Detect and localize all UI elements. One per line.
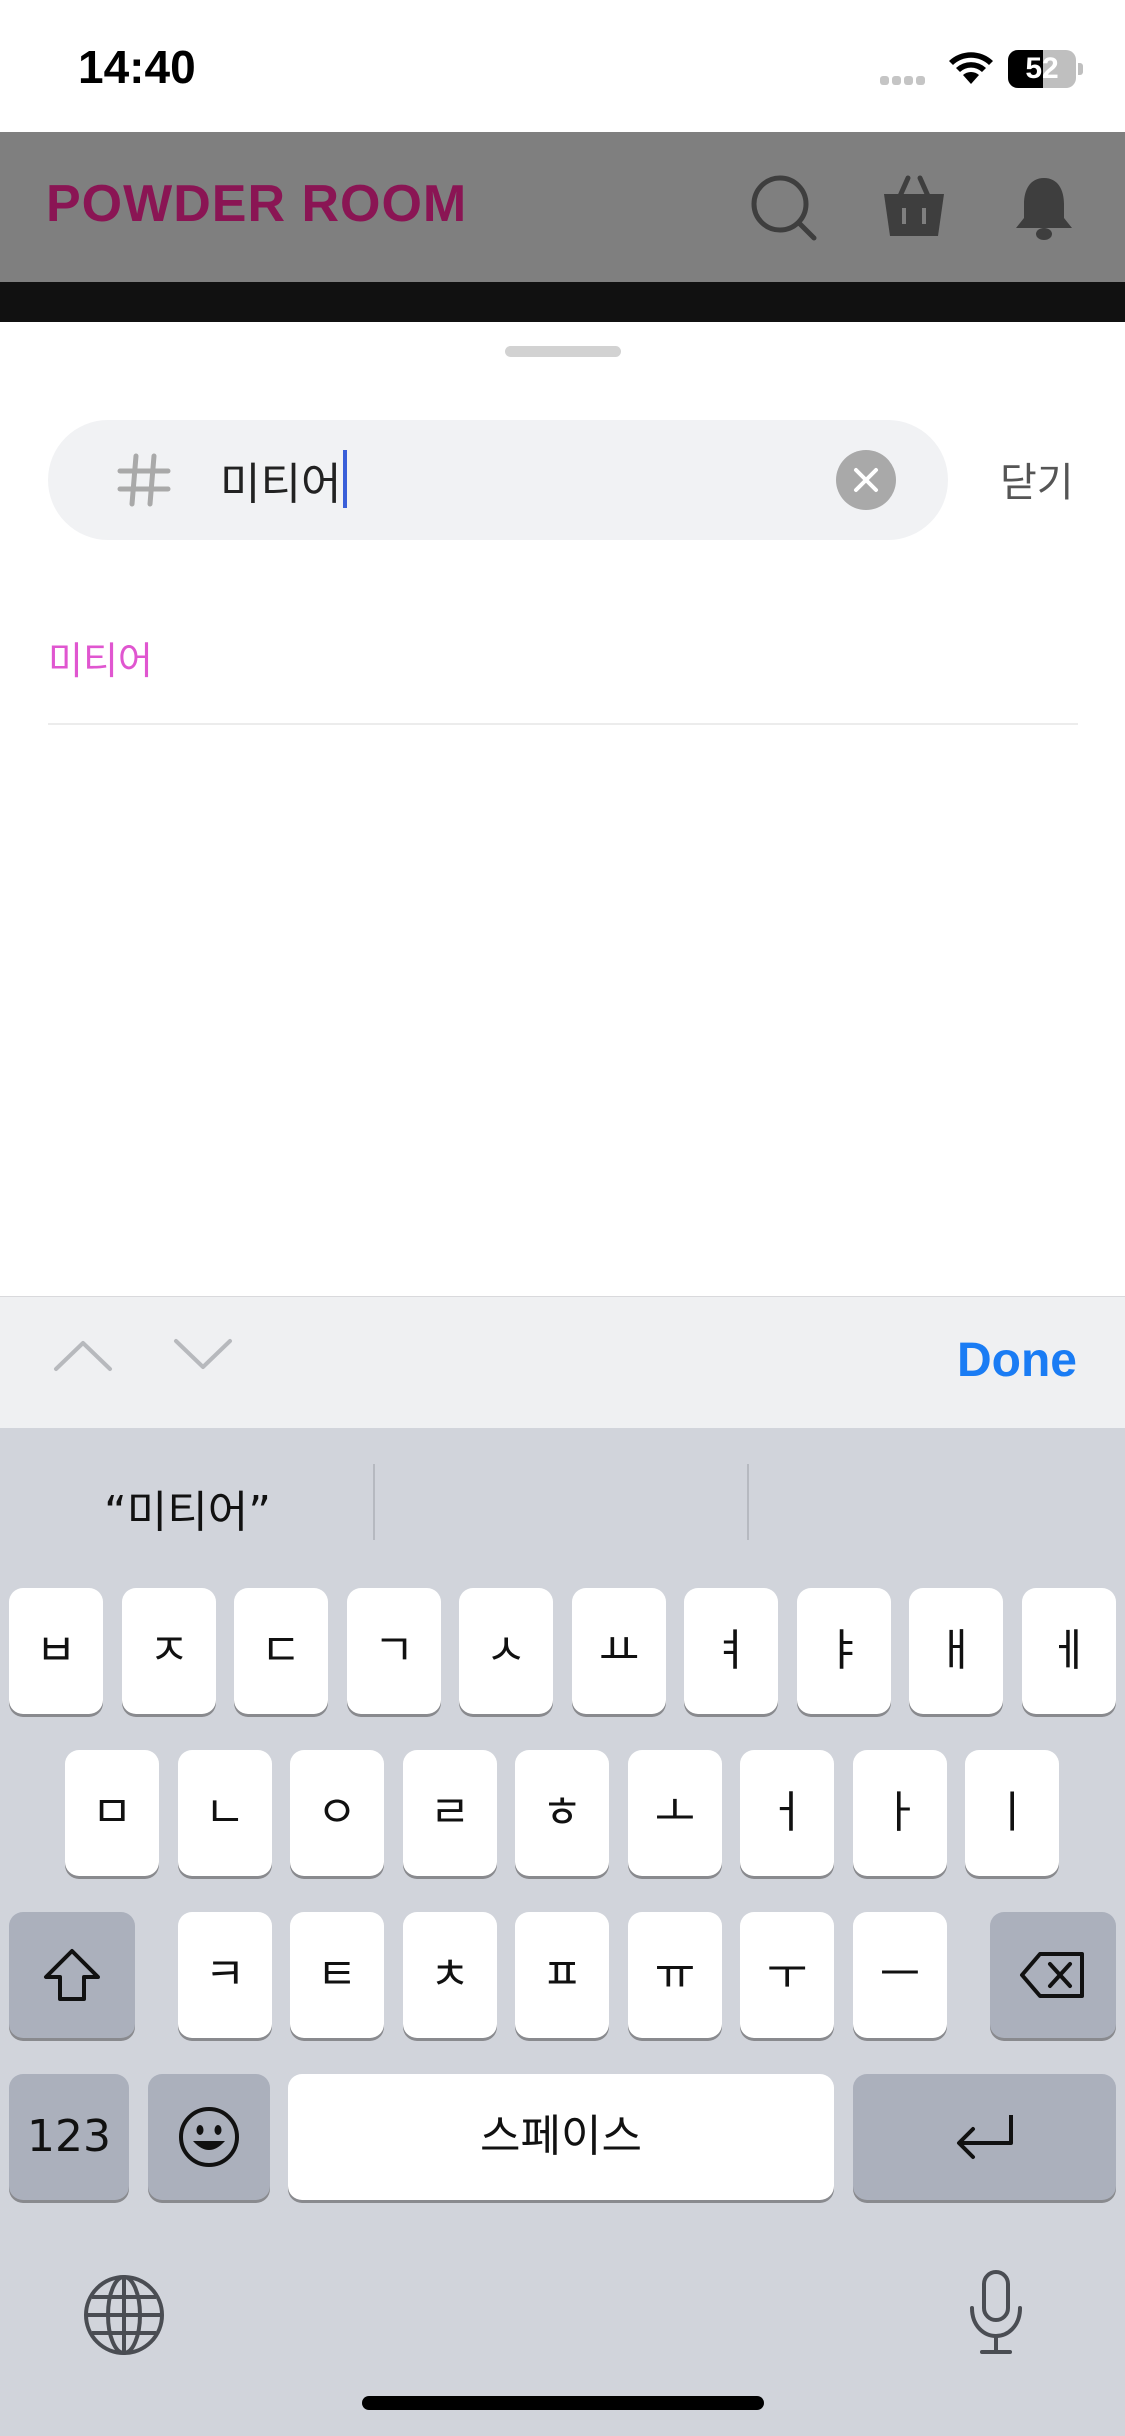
background-strip [0, 282, 1125, 322]
key[interactable]: ㅅ [459, 1588, 553, 1714]
wifi-icon [949, 52, 993, 84]
key[interactable]: ㅓ [740, 1750, 834, 1876]
text-caret [343, 450, 348, 508]
app-header: POWDER ROOM [0, 132, 1125, 282]
key[interactable]: ㅇ [290, 1750, 384, 1876]
divider [48, 723, 1078, 725]
globe-icon[interactable] [82, 2273, 166, 2357]
key[interactable]: ㅕ [684, 1588, 778, 1714]
battery-percent: 52 [1025, 52, 1059, 85]
basket-icon[interactable] [878, 172, 950, 244]
key[interactable]: ㅑ [797, 1588, 891, 1714]
return-key[interactable] [853, 2074, 1116, 2200]
emoji-icon [179, 2107, 239, 2167]
hashtag-search-field[interactable] [48, 420, 948, 540]
key[interactable]: ㄹ [403, 1750, 497, 1876]
cellular-signal-icon [880, 70, 934, 85]
key[interactable]: ㅛ [572, 1588, 666, 1714]
microphone-icon[interactable] [966, 2268, 1026, 2358]
sheet-grabber[interactable] [505, 346, 621, 357]
key[interactable]: ㄷ [234, 1588, 328, 1714]
backspace-key[interactable] [990, 1912, 1116, 2038]
key[interactable]: ㅣ [965, 1750, 1059, 1876]
battery-icon: 52 [1008, 50, 1083, 88]
hashtag-suggestion-item[interactable]: 미티어 [48, 630, 153, 685]
prediction-item[interactable]: “미티어” [0, 1476, 375, 1540]
app-logo: POWDER ROOM [46, 175, 468, 233]
bell-icon[interactable] [1008, 172, 1080, 244]
search-input[interactable] [220, 448, 860, 512]
key[interactable]: ㅡ [853, 1912, 947, 2038]
predictive-bar: “미티어” [0, 1428, 1125, 1568]
status-bar: 14:40 52 [0, 0, 1125, 132]
numbers-key[interactable]: 123 [9, 2074, 129, 2200]
done-button[interactable]: Done [957, 1333, 1077, 1388]
key[interactable]: ㅍ [515, 1912, 609, 2038]
key[interactable]: ㅜ [740, 1912, 834, 2038]
home-indicator [362, 2396, 764, 2410]
key[interactable]: ㅠ [628, 1912, 722, 2038]
clear-search-button[interactable] [836, 450, 896, 510]
key[interactable]: ㅂ [9, 1588, 103, 1714]
hashtag-icon [117, 453, 171, 507]
return-icon [957, 2115, 1013, 2159]
key[interactable]: ㅔ [1022, 1588, 1116, 1714]
korean-keyboard: “미티어” ㅂ ㅈ ㄷ ㄱ ㅅ ㅛ ㅕ ㅑ ㅐ ㅔ ㅁ ㄴ ㅇ ㄹ ㅎ ㅗ ㅓ … [0, 1428, 1125, 2436]
input-accessory-bar: Done [0, 1296, 1125, 1429]
close-icon [854, 468, 878, 492]
key[interactable]: ㅊ [403, 1912, 497, 2038]
key[interactable]: ㅋ [178, 1912, 272, 2038]
key[interactable]: ㅐ [909, 1588, 1003, 1714]
previous-field-icon[interactable] [52, 1335, 114, 1375]
search-sheet: 닫기 미티어 [0, 326, 1125, 1296]
key[interactable]: ㅗ [628, 1750, 722, 1876]
status-time: 14:40 [78, 41, 196, 93]
key[interactable]: ㅁ [65, 1750, 159, 1876]
backspace-icon [1020, 1952, 1084, 1998]
key[interactable]: ㅏ [853, 1750, 947, 1876]
close-sheet-button[interactable]: 닫기 [1000, 450, 1074, 508]
emoji-key[interactable] [148, 2074, 270, 2200]
key[interactable]: ㅎ [515, 1750, 609, 1876]
search-icon[interactable] [748, 172, 820, 244]
key[interactable]: ㅌ [290, 1912, 384, 2038]
space-key[interactable]: 스페이스 [288, 2074, 834, 2200]
shift-icon [44, 1949, 100, 2001]
key[interactable]: ㄱ [347, 1588, 441, 1714]
next-field-icon[interactable] [172, 1335, 234, 1375]
key[interactable]: ㅈ [122, 1588, 216, 1714]
key[interactable]: ㄴ [178, 1750, 272, 1876]
shift-key[interactable] [9, 1912, 135, 2038]
